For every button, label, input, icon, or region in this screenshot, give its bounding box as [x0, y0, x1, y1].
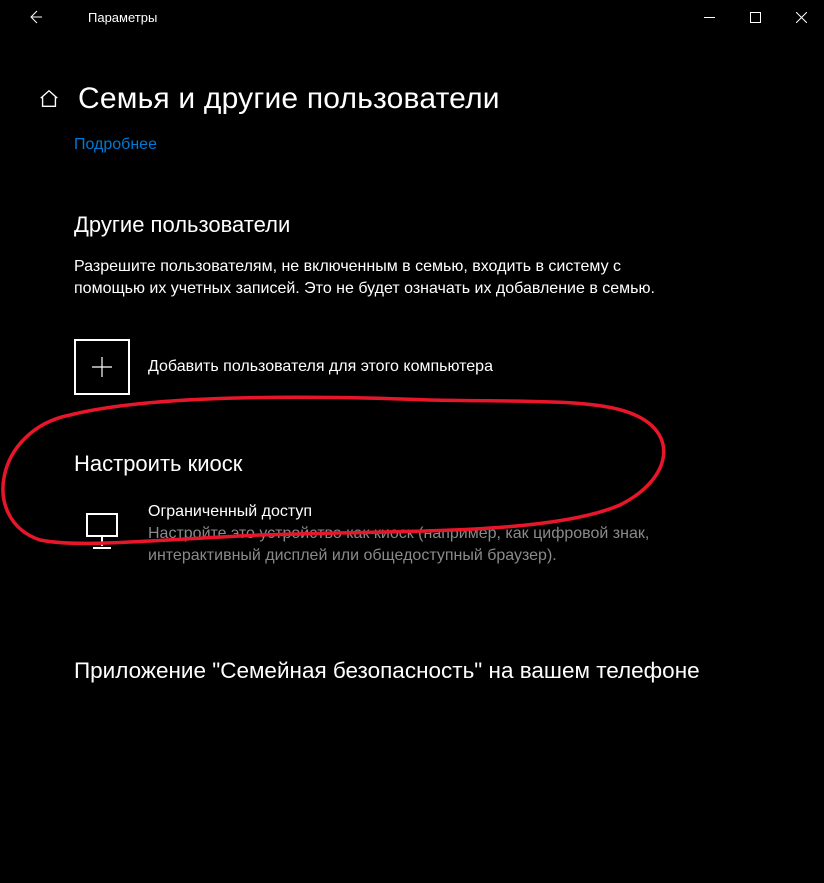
back-button[interactable]: [12, 0, 58, 34]
add-user-button[interactable]: Добавить пользователя для этого компьюте…: [74, 339, 750, 395]
kiosk-button[interactable]: Ограниченный доступ Настройте это устрой…: [74, 503, 750, 566]
kiosk-icon: [74, 503, 130, 559]
page-header: Семья и другие пользователи: [0, 34, 824, 130]
family-safety-heading: Приложение "Семейная безопасность" на ва…: [74, 656, 750, 686]
settings-window: Параметры Семья и другие пользователи По…: [0, 0, 824, 883]
add-user-label: Добавить пользователя для этого компьюте…: [148, 358, 493, 376]
window-title: Параметры: [88, 10, 157, 25]
kiosk-heading: Настроить киоск: [74, 451, 750, 477]
plus-icon: [74, 339, 130, 395]
maximize-button[interactable]: [732, 0, 778, 34]
more-link[interactable]: Подробнее: [74, 130, 157, 154]
other-users-desc: Разрешите пользователям, не включенным в…: [74, 256, 694, 299]
kiosk-desc: Настройте это устройство как киоск (напр…: [148, 523, 668, 566]
close-button[interactable]: [778, 0, 824, 34]
kiosk-title: Ограниченный доступ: [148, 503, 668, 521]
titlebar: Параметры: [0, 0, 824, 34]
minimize-button[interactable]: [686, 0, 732, 34]
home-icon[interactable]: [38, 88, 60, 110]
other-users-heading: Другие пользователи: [74, 212, 750, 238]
page-title: Семья и другие пользователи: [78, 82, 500, 116]
